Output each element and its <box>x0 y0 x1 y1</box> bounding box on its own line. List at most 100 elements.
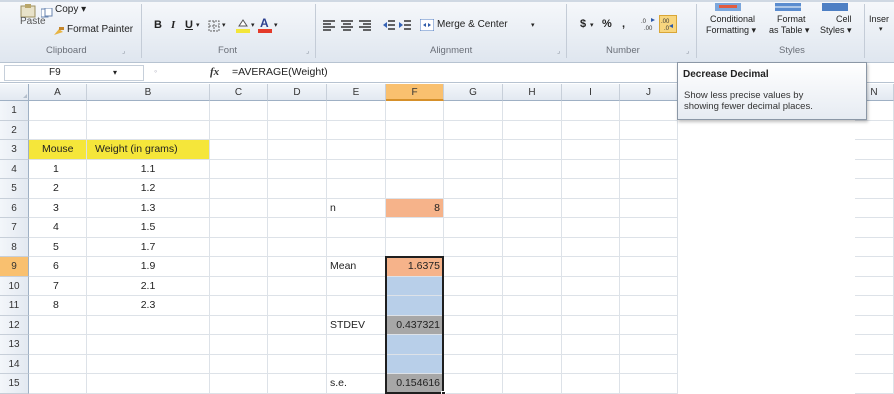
chevron-down-icon[interactable]: ▾ <box>531 21 535 29</box>
row-header-8[interactable]: 8 <box>0 237 29 257</box>
italic-button[interactable]: I <box>171 19 175 31</box>
cell-e3[interactable] <box>327 140 386 160</box>
cell-i9[interactable] <box>562 257 620 277</box>
cell-i15[interactable] <box>562 374 620 394</box>
conditional-formatting-button-line2[interactable]: Formatting ▾ <box>706 25 756 36</box>
cell-j11[interactable] <box>620 296 678 316</box>
cell-i3[interactable] <box>562 140 620 160</box>
cell-g3[interactable] <box>444 140 503 160</box>
cell-g12[interactable] <box>444 315 503 335</box>
chevron-down-icon[interactable]: ▾ <box>251 21 255 29</box>
borders-icon[interactable] <box>208 19 220 32</box>
row-header-13[interactable]: 13 <box>0 335 29 355</box>
chevron-down-icon[interactable]: ▾ <box>879 25 883 33</box>
cell-b11[interactable]: 2.3 <box>87 296 210 316</box>
cell-styles-button[interactable]: Cell <box>836 14 852 24</box>
cell-f9[interactable]: 1.6375 <box>386 257 444 277</box>
cell-b9[interactable]: 1.9 <box>87 257 210 277</box>
cell-n15[interactable] <box>855 374 894 394</box>
column-header-f[interactable]: F <box>386 84 444 101</box>
cell-a15[interactable] <box>29 374 87 394</box>
increase-decimal-icon[interactable]: .0.00 <box>641 16 657 32</box>
cell-j10[interactable] <box>620 276 678 296</box>
bold-button[interactable]: B <box>154 19 162 31</box>
clipboard-launcher-icon[interactable]: ⌟ <box>122 47 125 55</box>
cell-c10[interactable] <box>210 276 268 296</box>
column-header-c[interactable]: C <box>210 84 268 101</box>
cell-n10[interactable] <box>855 276 894 296</box>
cell-n8[interactable] <box>855 237 894 257</box>
cell-i10[interactable] <box>562 276 620 296</box>
cell-j5[interactable] <box>620 179 678 199</box>
cell-h3[interactable] <box>503 140 562 160</box>
cell-e8[interactable] <box>327 237 386 257</box>
cell-i5[interactable] <box>562 179 620 199</box>
row-header-9[interactable]: 9 <box>0 257 29 277</box>
cell-f4[interactable] <box>386 159 444 179</box>
currency-button[interactable]: $ <box>580 18 586 30</box>
align-center-icon[interactable] <box>341 18 353 31</box>
cell-n12[interactable] <box>855 315 894 335</box>
cell-a5[interactable]: 2 <box>29 179 87 199</box>
cell-n4[interactable] <box>855 159 894 179</box>
row-header-4[interactable]: 4 <box>0 159 29 179</box>
cell-g13[interactable] <box>444 335 503 355</box>
row-header-10[interactable]: 10 <box>0 276 29 296</box>
row-header-6[interactable]: 6 <box>0 198 29 218</box>
cell-j14[interactable] <box>620 354 678 374</box>
cell-c9[interactable] <box>210 257 268 277</box>
cell-i7[interactable] <box>562 218 620 238</box>
row-header-7[interactable]: 7 <box>0 218 29 238</box>
cell-b4[interactable]: 1.1 <box>87 159 210 179</box>
cell-b14[interactable] <box>87 354 210 374</box>
cell-b3[interactable]: Weight (in grams) <box>87 140 210 160</box>
chevron-down-icon[interactable]: ▾ <box>113 66 117 80</box>
cell-d12[interactable] <box>268 315 327 335</box>
cell-f10[interactable] <box>386 276 444 296</box>
cell-h14[interactable] <box>503 354 562 374</box>
cell-d15[interactable] <box>268 374 327 394</box>
cell-f7[interactable] <box>386 218 444 238</box>
cell-i13[interactable] <box>562 335 620 355</box>
cell-g10[interactable] <box>444 276 503 296</box>
merge-center-icon[interactable] <box>419 18 435 32</box>
cell-c7[interactable] <box>210 218 268 238</box>
cell-h11[interactable] <box>503 296 562 316</box>
cell-e12[interactable]: STDEV <box>327 315 386 335</box>
row-header-12[interactable]: 12 <box>0 315 29 335</box>
comma-button[interactable]: , <box>622 18 625 30</box>
cell-f15[interactable]: 0.154616 <box>386 374 444 394</box>
cell-c4[interactable] <box>210 159 268 179</box>
alignment-launcher-icon[interactable]: ⌟ <box>557 47 560 55</box>
column-header-g[interactable]: G <box>444 84 503 101</box>
cell-n14[interactable] <box>855 354 894 374</box>
cell-a1[interactable] <box>29 101 87 121</box>
cell-n9[interactable] <box>855 257 894 277</box>
font-color-icon[interactable]: A <box>258 16 272 33</box>
cell-e1[interactable] <box>327 101 386 121</box>
cell-i14[interactable] <box>562 354 620 374</box>
cell-b10[interactable]: 2.1 <box>87 276 210 296</box>
cell-c13[interactable] <box>210 335 268 355</box>
row-header-14[interactable]: 14 <box>0 354 29 374</box>
cell-n7[interactable] <box>855 218 894 238</box>
cell-f11[interactable] <box>386 296 444 316</box>
conditional-formatting-icon[interactable] <box>715 0 741 11</box>
cell-styles-icon[interactable] <box>822 0 848 11</box>
chevron-down-icon[interactable]: ▾ <box>222 21 226 29</box>
row-header-15[interactable]: 15 <box>0 374 29 394</box>
cell-d3[interactable] <box>268 140 327 160</box>
cell-c12[interactable] <box>210 315 268 335</box>
cell-styles-button-line2[interactable]: Styles ▾ <box>820 25 852 36</box>
cell-d10[interactable] <box>268 276 327 296</box>
cell-f2[interactable] <box>386 120 444 140</box>
cell-e9[interactable]: Mean <box>327 257 386 277</box>
cell-c11[interactable] <box>210 296 268 316</box>
column-header-e[interactable]: E <box>327 84 386 101</box>
cell-c14[interactable] <box>210 354 268 374</box>
cell-g8[interactable] <box>444 237 503 257</box>
cell-a7[interactable]: 4 <box>29 218 87 238</box>
cell-d13[interactable] <box>268 335 327 355</box>
cell-i11[interactable] <box>562 296 620 316</box>
row-header-1[interactable]: 1 <box>0 101 29 121</box>
